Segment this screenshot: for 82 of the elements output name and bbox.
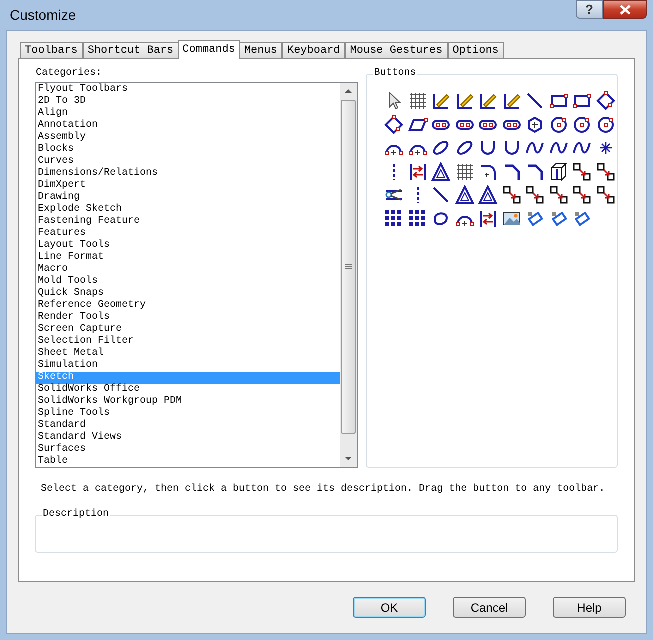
squares-icon[interactable] bbox=[596, 162, 616, 182]
category-item[interactable]: Sheet Metal bbox=[36, 348, 340, 360]
squares-icon[interactable] bbox=[572, 162, 592, 182]
category-item[interactable]: Assembly bbox=[36, 132, 340, 144]
category-item[interactable]: Layout Tools bbox=[36, 240, 340, 252]
arrows-icon[interactable] bbox=[408, 162, 428, 182]
tab[interactable]: Shortcut Bars bbox=[82, 42, 179, 58]
category-item[interactable]: Quick Snaps bbox=[36, 288, 340, 300]
grid-icon[interactable] bbox=[408, 91, 428, 111]
squares-icon[interactable] bbox=[572, 185, 592, 205]
diamond-icon[interactable] bbox=[596, 91, 616, 111]
tab[interactable]: Keyboard bbox=[282, 42, 346, 58]
dialog-button[interactable]: OK bbox=[353, 597, 426, 618]
category-item[interactable]: Annotation bbox=[36, 120, 340, 132]
category-item[interactable]: Render Tools bbox=[36, 312, 340, 324]
category-item[interactable]: Drawing bbox=[36, 192, 340, 204]
squares-icon[interactable] bbox=[596, 185, 616, 205]
category-item[interactable]: Flyout Toolbars bbox=[36, 84, 340, 96]
category-item[interactable]: Explode Sketch bbox=[36, 204, 340, 216]
circle-icon[interactable] bbox=[596, 114, 616, 134]
description-label: Description bbox=[42, 509, 110, 521]
cube-icon[interactable] bbox=[548, 162, 569, 182]
category-item[interactable]: SolidWorks Workgroup PDM bbox=[36, 396, 340, 408]
pencil-icon[interactable] bbox=[431, 91, 452, 111]
pencil-icon[interactable] bbox=[454, 91, 475, 111]
close-icon bbox=[620, 4, 630, 14]
categories-label: Categories: bbox=[35, 67, 104, 80]
ellipse-icon[interactable] bbox=[431, 138, 452, 158]
hint-text: Select a category, then click a button to see its description. Drag the button to any toolbar. bbox=[40, 484, 606, 496]
pencil-icon[interactable] bbox=[502, 91, 522, 111]
category-item[interactable]: Mold Tools bbox=[36, 276, 340, 288]
category-item[interactable]: Standard Views bbox=[36, 432, 340, 444]
close-button[interactable] bbox=[603, 0, 647, 19]
category-item[interactable]: Screen Capture bbox=[36, 324, 340, 336]
category-item[interactable]: Selection Filter bbox=[36, 336, 340, 348]
tab[interactable]: Options bbox=[448, 42, 504, 58]
triangle-icon[interactable] bbox=[478, 185, 498, 205]
pencil-icon[interactable] bbox=[478, 91, 498, 111]
window-title: Customize bbox=[9, 6, 76, 24]
category-item[interactable]: Blocks bbox=[36, 144, 340, 156]
squares-icon[interactable] bbox=[525, 185, 546, 205]
category-item[interactable]: Dimensions/Relations bbox=[36, 168, 340, 180]
squares-icon[interactable] bbox=[502, 185, 522, 205]
scrollbar[interactable] bbox=[340, 83, 358, 467]
dots-icon[interactable] bbox=[408, 208, 428, 228]
tab[interactable]: Menus bbox=[239, 42, 282, 58]
grip-icon bbox=[345, 264, 352, 270]
grid-icon[interactable] bbox=[454, 162, 475, 182]
dialog-button[interactable]: Cancel bbox=[453, 597, 526, 618]
tab[interactable]: Commands bbox=[178, 40, 240, 59]
category-item[interactable]: Table bbox=[36, 456, 340, 468]
rectangle-icon[interactable] bbox=[572, 91, 592, 111]
category-item[interactable]: SolidWorks Office bbox=[36, 384, 340, 396]
tab[interactable]: Mouse Gestures bbox=[345, 42, 448, 58]
category-item[interactable]: Line Format bbox=[36, 252, 340, 264]
category-item[interactable]: Standard bbox=[36, 420, 340, 432]
category-item[interactable]: DimXpert bbox=[36, 180, 340, 192]
diamond-icon[interactable] bbox=[384, 114, 404, 134]
category-item[interactable]: Fastening Feature bbox=[36, 216, 340, 228]
category-item[interactable]: Spline Tools bbox=[36, 408, 340, 420]
line-icon[interactable] bbox=[431, 185, 452, 205]
category-item[interactable]: Surfaces bbox=[36, 444, 340, 456]
tab[interactable]: Toolbars bbox=[20, 42, 83, 58]
arrows-icon[interactable] bbox=[478, 208, 498, 228]
category-item[interactable]: Align bbox=[36, 108, 340, 120]
help-button[interactable]: ? bbox=[576, 0, 603, 19]
line-icon[interactable] bbox=[525, 91, 546, 111]
rectangle-icon[interactable] bbox=[548, 91, 569, 111]
category-item[interactable]: Reference Geometry bbox=[36, 300, 340, 312]
category-item[interactable]: Curves bbox=[36, 156, 340, 168]
ellipse-icon[interactable] bbox=[454, 138, 475, 158]
dialog-button[interactable]: Help bbox=[553, 597, 626, 618]
squares-icon[interactable] bbox=[548, 185, 569, 205]
category-item[interactable]: Features bbox=[36, 228, 340, 240]
circle-icon[interactable] bbox=[572, 114, 592, 134]
category-item[interactable]: Macro bbox=[36, 264, 340, 276]
category-item[interactable]: Simulation bbox=[36, 360, 340, 372]
circle-icon[interactable] bbox=[548, 114, 569, 134]
scroll-thumb[interactable] bbox=[341, 100, 356, 434]
category-item[interactable]: 2D To 3D bbox=[36, 96, 340, 108]
triangle-icon[interactable] bbox=[431, 162, 452, 182]
triangle-icon[interactable] bbox=[454, 185, 475, 205]
